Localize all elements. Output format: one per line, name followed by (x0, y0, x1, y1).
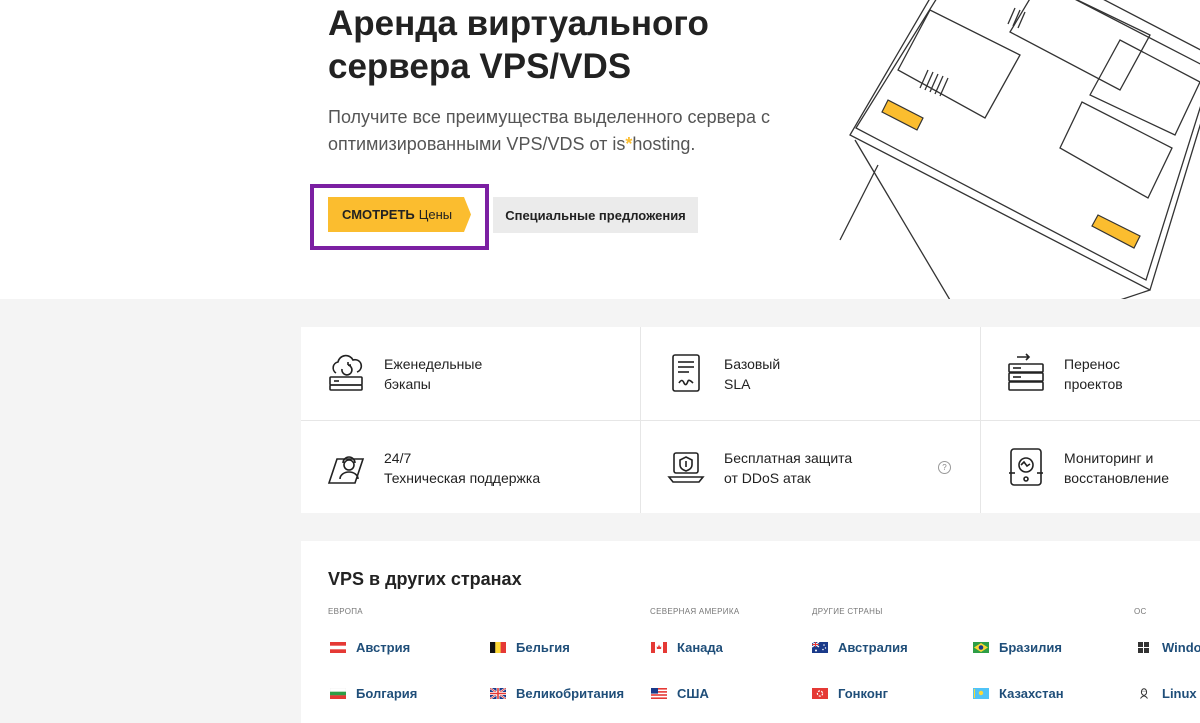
country-link-belgium[interactable]: Бельгия (490, 640, 570, 655)
country-link-australia[interactable]: Австралия (812, 640, 908, 655)
support-agent-icon (327, 456, 365, 484)
help-icon[interactable]: ? (938, 461, 951, 474)
region-other: Другие страны (812, 607, 883, 616)
feature-basic-sla: Базовый SLA (641, 327, 980, 420)
linux-icon (1140, 688, 1148, 699)
feature-label: Перенос проектов (1064, 355, 1123, 392)
features-grid: Еженедельные бэкапы Базовый SLA Перенос про… (301, 327, 1200, 513)
feature-monitoring-recovery: Мониторинг и восстановление (981, 421, 1200, 514)
country-link-kazakhstan[interactable]: Казахстан (973, 686, 1064, 701)
windows-icon (1138, 642, 1149, 653)
brazil-flag-icon (973, 642, 989, 653)
region-north-america: Северная Америка (650, 607, 740, 616)
server-illustration (839, 0, 1200, 299)
country-link-bulgaria[interactable]: Болгария (330, 686, 417, 701)
feature-label: Еженедельные бэкапы (384, 355, 483, 392)
country-link-canada[interactable]: Канада (651, 640, 723, 655)
uk-flag-icon (490, 688, 506, 699)
australia-flag-icon (812, 642, 828, 653)
bulgaria-flag-icon (330, 688, 346, 699)
feature-label: Базовый SLA (724, 355, 781, 392)
usa-flag-icon (651, 688, 667, 699)
feature-weekly-backups: Еженедельные бэкапы (301, 327, 640, 420)
austria-flag-icon (330, 642, 346, 653)
feature-label: Бесплатная защита от DDoS атак (724, 449, 853, 486)
countries-title: VPS в других странах (328, 569, 522, 589)
os-link-windows[interactable]: Windows (1136, 640, 1200, 655)
country-link-hongkong[interactable]: Гонконг (812, 686, 888, 701)
feature-support-24-7: 24/7 Техническая поддержка (301, 421, 640, 514)
view-prices-button[interactable]: СМОТРЕТЬ Цены (328, 197, 471, 232)
cloud-backup-icon (329, 354, 363, 391)
feature-ddos-protection: Бесплатная защита от DDoS атак (641, 421, 980, 514)
os-link-linux[interactable]: Linux (1136, 686, 1197, 701)
region-europe: Европа (328, 607, 363, 616)
feature-project-migration: Перенос проектов (981, 327, 1200, 420)
vps-countries-section: VPS в других странах Европа Северная Аме… (301, 541, 1200, 723)
server-migration-icon (1008, 353, 1044, 391)
ddos-shield-icon (667, 452, 705, 483)
canada-flag-icon (651, 642, 667, 653)
page-title: Аренда виртуального сервера VPS/VDS (328, 4, 709, 86)
feature-label: 24/7 Техническая поддержка (384, 449, 541, 486)
hongkong-flag-icon (812, 688, 828, 699)
belgium-flag-icon (490, 642, 506, 653)
hero-subtitle: Получите все преимущества выделенного се… (328, 107, 770, 154)
special-offers-button[interactable]: Специальные предложения (493, 197, 698, 233)
country-link-usa[interactable]: США (651, 686, 709, 701)
country-link-brazil[interactable]: Бразилия (973, 640, 1062, 655)
document-sla-icon (672, 354, 700, 392)
kazakhstan-flag-icon (973, 688, 989, 699)
hero-section: Аренда виртуального сервера VPS/VDS Полу… (0, 0, 1200, 299)
country-link-austria[interactable]: Австрия (330, 640, 410, 655)
monitoring-icon (1009, 448, 1043, 486)
region-os: ОС (1134, 607, 1147, 616)
feature-label: Мониторинг и восстановление (1064, 449, 1170, 486)
country-link-uk[interactable]: Великобритания (490, 686, 624, 701)
